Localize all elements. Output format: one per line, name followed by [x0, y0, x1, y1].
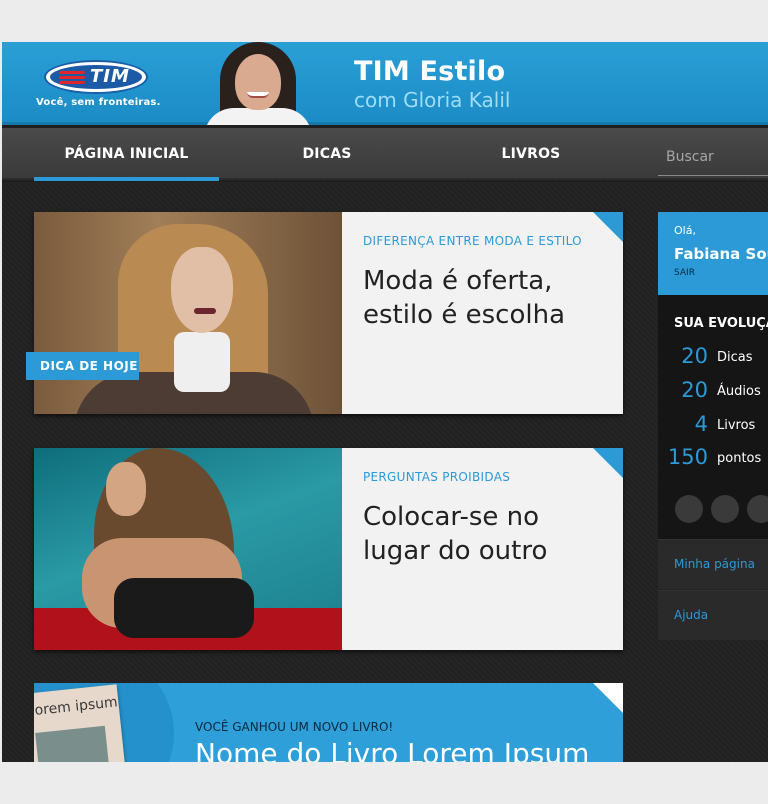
card-corner-fold — [593, 683, 623, 713]
tim-logo-stripes-icon — [58, 71, 86, 85]
book-cover: lorem ipsum — [34, 684, 127, 762]
page-frame: TIM Você, sem fronteiras. TIM Estilo com… — [0, 0, 768, 804]
help-link[interactable]: Ajuda — [658, 590, 768, 640]
stat-label: pontos — [717, 451, 762, 466]
my-page-link[interactable]: Minha página — [658, 539, 768, 589]
stat-value: 20 — [681, 378, 708, 402]
stat-label: Áudios — [717, 384, 761, 399]
achievement-badge-icon[interactable] — [711, 495, 739, 523]
evolution-title: SUA EVOLUÇÃO — [674, 316, 768, 331]
app-window: TIM Você, sem fronteiras. TIM Estilo com… — [2, 42, 768, 762]
brand-title: TIM Estilo — [354, 56, 506, 87]
achievement-badge-icon[interactable] — [675, 495, 703, 523]
book-cover-picture — [35, 725, 112, 762]
stat-livros: 4 Livros — [658, 412, 768, 442]
tim-logo[interactable]: TIM — [44, 60, 148, 94]
nav-item-dicas[interactable]: DICAS — [242, 146, 412, 162]
brand-subtitle: com Gloria Kalil — [354, 88, 511, 112]
nav-item-pagina-inicial[interactable]: PÁGINA INICIAL — [34, 146, 219, 162]
main-nav: PÁGINA INICIAL DICAS LIVROS — [2, 128, 768, 181]
nav-active-indicator — [34, 177, 219, 181]
nav-item-livros[interactable]: LIVROS — [446, 146, 616, 162]
tagline: Você, sem fronteiras. — [36, 97, 161, 108]
stat-audios: 20 Áudios — [658, 378, 768, 408]
user-greeting-panel: Olá, Fabiana Souza SAIR — [658, 212, 768, 295]
stat-pontos: 150 pontos — [658, 445, 768, 475]
achievement-badge-icon[interactable] — [747, 495, 768, 523]
card-corner-fold — [593, 212, 623, 242]
greeting-text: Olá, — [674, 224, 696, 237]
new-book-card[interactable]: lorem ipsum VOCÊ GANHOU UM NOVO LIVRO! N… — [34, 683, 623, 762]
tip-card-image — [34, 212, 342, 414]
header: TIM Você, sem fronteiras. TIM Estilo com… — [2, 42, 768, 125]
book-cover-text: lorem ipsum — [34, 694, 119, 720]
stat-value: 20 — [681, 344, 708, 368]
stat-label: Dicas — [717, 350, 753, 365]
daily-tip-badge: DICA DE HOJE — [26, 352, 139, 380]
stat-value: 150 — [667, 445, 708, 469]
book-card-category: VOCÊ GANHOU UM NOVO LIVRO! — [195, 720, 394, 734]
stat-value: 4 — [694, 412, 708, 436]
tip-card[interactable]: DIFERENÇA ENTRE MODA E ESTILO Moda é ofe… — [34, 212, 623, 414]
tip-card-image — [34, 448, 342, 650]
tim-logo-text: TIM — [90, 66, 130, 87]
tip-card[interactable]: PERGUNTAS PROIBIDAS Colocar-se no lugar … — [34, 448, 623, 650]
logout-link[interactable]: SAIR — [674, 268, 695, 278]
card-corner-fold — [593, 448, 623, 478]
card-title[interactable]: Moda é oferta, estilo é escolha — [363, 264, 603, 332]
card-category: PERGUNTAS PROIBIDAS — [363, 470, 511, 484]
book-title[interactable]: Nome do Livro Lorem Ipsum — [195, 737, 589, 762]
card-title[interactable]: Colocar-se no lugar do outro — [363, 500, 603, 568]
stat-label: Livros — [717, 418, 756, 433]
card-category: DIFERENÇA ENTRE MODA E ESTILO — [363, 234, 582, 248]
stat-dicas: 20 Dicas — [658, 344, 768, 374]
search-input[interactable] — [658, 138, 768, 176]
host-portrait — [204, 42, 312, 125]
tim-logo-badge: TIM — [50, 65, 142, 89]
user-name: Fabiana Souza — [674, 245, 768, 263]
